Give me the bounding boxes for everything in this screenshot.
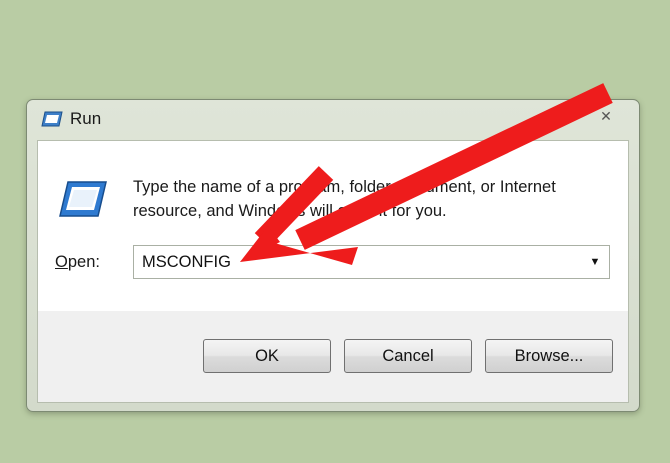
run-icon <box>41 111 63 127</box>
ok-button[interactable]: OK <box>203 339 331 373</box>
open-combobox[interactable]: MSCONFIG ▼ <box>133 245 610 279</box>
run-dialog-window: Run ✕ Type the name of a program, folder… <box>26 99 640 412</box>
open-label: Open: <box>55 253 100 272</box>
open-input[interactable]: MSCONFIG <box>142 253 231 272</box>
cancel-button[interactable]: Cancel <box>344 339 472 373</box>
dialog-description: Type the name of a program, folder, docu… <box>133 178 556 220</box>
open-label-text: pen: <box>67 253 100 271</box>
dialog-content: Type the name of a program, folder, docu… <box>37 140 629 403</box>
chevron-down-icon[interactable]: ▼ <box>587 253 603 271</box>
close-icon[interactable]: ✕ <box>593 106 619 126</box>
dialog-body: Type the name of a program, folder, docu… <box>38 141 628 311</box>
open-label-accelerator: O <box>55 253 68 271</box>
window-title: Run <box>70 109 102 128</box>
browse-button[interactable]: Browse... <box>485 339 613 373</box>
run-icon <box>59 181 107 217</box>
title-bar[interactable]: Run ✕ <box>27 100 639 138</box>
